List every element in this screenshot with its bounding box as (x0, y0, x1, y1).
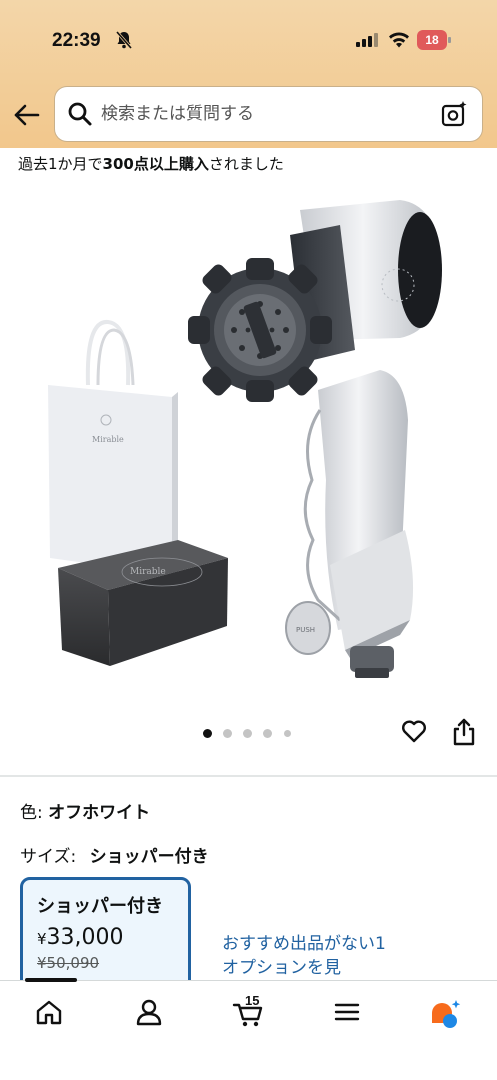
share-icon[interactable] (450, 717, 478, 747)
color-label: 色: (20, 803, 43, 823)
color-value: オフホワイト (48, 803, 151, 823)
search-input[interactable] (101, 97, 421, 131)
heart-icon[interactable] (400, 717, 428, 745)
option-price: ¥33,000 (37, 925, 124, 950)
nav-cart[interactable]: 15 (218, 993, 278, 1037)
nav-account[interactable] (120, 993, 180, 1037)
bell-slash-icon (115, 31, 133, 49)
svg-text:Mirable: Mirable (92, 435, 124, 444)
back-arrow-icon[interactable] (12, 100, 42, 130)
carousel-dot[interactable] (284, 730, 291, 737)
rufus-ai-icon (432, 1000, 461, 1028)
status-bar: 22:39 18 (0, 0, 497, 80)
color-variation: 色: オフホワイト (20, 798, 150, 823)
size-label: サイズ: (20, 847, 77, 867)
app-header: 22:39 18 (0, 0, 497, 148)
section-divider (0, 775, 497, 777)
battery-indicator: 18 (417, 30, 451, 50)
carousel-dot[interactable] (243, 729, 252, 738)
cellular-signal-icon (356, 33, 378, 47)
carousel-dot[interactable] (263, 729, 272, 738)
home-icon (36, 1000, 62, 1025)
size-variation: サイズ: ショッパー付き (20, 842, 209, 867)
nav-menu[interactable] (318, 993, 378, 1037)
wifi-icon (389, 32, 409, 48)
recommended-offers-link[interactable]: おすすめ出品がない1オプションを見 (222, 932, 402, 980)
svg-text:Mirable: Mirable (130, 567, 166, 577)
carousel-dot[interactable] (223, 729, 232, 738)
option-list-price: ¥50,090 (37, 954, 100, 972)
cart-icon (232, 1003, 263, 1027)
nav-rufus[interactable] (414, 993, 474, 1037)
battery-level: 18 (417, 30, 447, 50)
search-icon (68, 102, 92, 126)
purchase-count-note: 過去1か月で300点以上購入されました (18, 155, 284, 173)
product-image[interactable]: Mirable Mirable PUSH (0, 180, 497, 700)
shopping-bag: Mirable (48, 320, 178, 575)
camera-search-icon[interactable] (440, 100, 468, 128)
bottom-navigation: 15 (0, 978, 497, 1080)
option-name: ショッパー付き (37, 896, 163, 917)
image-carousel-dots[interactable] (201, 727, 301, 739)
size-value: ショッパー付き (89, 847, 209, 867)
svg-text:PUSH: PUSH (296, 626, 315, 634)
active-tab-indicator (25, 978, 77, 982)
carousel-dot-active[interactable] (203, 729, 212, 738)
search-bar[interactable] (55, 87, 482, 141)
status-time: 22:39 (52, 30, 101, 51)
account-icon (136, 999, 162, 1026)
nav-home[interactable] (20, 993, 80, 1037)
menu-icon (334, 1003, 360, 1021)
